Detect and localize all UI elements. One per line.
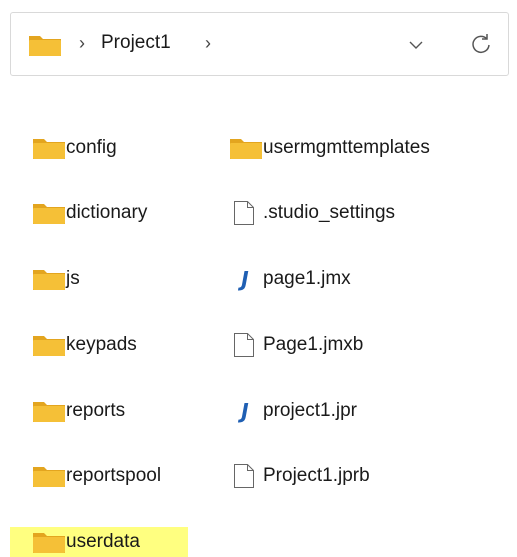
- item-label: .studio_settings: [263, 202, 396, 223]
- file-item-page1-jmx[interactable]: J page1.jmx: [233, 264, 351, 294]
- address-bar[interactable]: › Project1 ›: [10, 12, 509, 76]
- folder-icon: [32, 267, 66, 291]
- folder-icon: [32, 333, 66, 357]
- item-label: Project1.jprb: [263, 465, 370, 486]
- file-icon: [233, 201, 263, 225]
- chevron-right-icon[interactable]: ›: [79, 32, 85, 54]
- folder-icon: [32, 399, 66, 423]
- folder-item-keypads[interactable]: keypads: [32, 330, 137, 360]
- folder-icon: [32, 530, 66, 554]
- item-label: userdata: [66, 531, 140, 552]
- file-item-studio-settings[interactable]: .studio_settings: [233, 198, 395, 228]
- item-label: usermgmttemplates: [263, 137, 430, 158]
- folder-item-reportspool[interactable]: reportspool: [32, 461, 161, 491]
- item-label: reportspool: [66, 465, 162, 486]
- folder-item-reports[interactable]: reports: [32, 396, 125, 426]
- item-label: reports: [66, 400, 126, 421]
- item-label: dictionary: [66, 202, 148, 223]
- folder-icon: [229, 136, 263, 160]
- item-label: page1.jmx: [263, 268, 351, 289]
- folder-item-userdata[interactable]: userdata: [10, 527, 188, 557]
- folder-icon: [32, 136, 66, 160]
- refresh-icon[interactable]: [470, 33, 492, 60]
- file-item-page1-jmxb[interactable]: Page1.jmxb: [233, 330, 363, 360]
- folder-item-usermgmttemplates[interactable]: usermgmttemplates: [229, 133, 430, 163]
- folder-item-js[interactable]: js: [32, 264, 80, 294]
- item-label: Page1.jmxb: [263, 334, 364, 355]
- folder-item-dictionary[interactable]: dictionary: [32, 198, 147, 228]
- item-label: js: [66, 268, 80, 289]
- folder-icon: [32, 201, 66, 225]
- chevron-right-icon[interactable]: ›: [205, 32, 211, 54]
- breadcrumb-project1[interactable]: Project1: [101, 32, 171, 54]
- file-item-project1-jpr[interactable]: J project1.jpr: [233, 396, 357, 426]
- chevron-down-icon[interactable]: [409, 37, 423, 55]
- folder-icon: [32, 464, 66, 488]
- jide-file-icon: J: [241, 399, 249, 423]
- file-icon: [233, 333, 263, 357]
- folder-item-config[interactable]: config: [32, 133, 117, 163]
- folder-icon: [28, 33, 62, 62]
- file-icon: [233, 464, 263, 488]
- item-label: keypads: [66, 334, 137, 355]
- file-item-project1-jprb[interactable]: Project1.jprb: [233, 461, 370, 491]
- item-label: config: [66, 137, 117, 158]
- jide-file-icon: J: [241, 267, 249, 291]
- item-label: project1.jpr: [263, 400, 357, 421]
